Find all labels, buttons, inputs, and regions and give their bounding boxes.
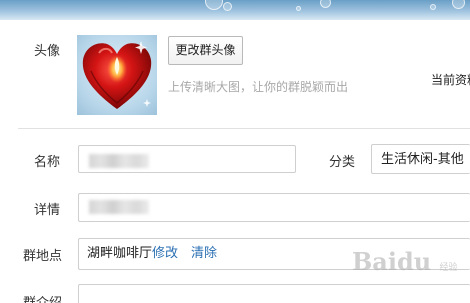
intro-textarea[interactable] bbox=[78, 284, 470, 303]
bubble-decoration bbox=[452, 0, 465, 9]
bubble-decoration bbox=[296, 6, 301, 11]
watermark-suffix: 经验 bbox=[439, 263, 458, 273]
clear-place-link[interactable]: 清除 bbox=[191, 239, 217, 269]
avatar-hint: 上传清晰大图，让你的群脱颖而出 bbox=[168, 80, 349, 94]
top-banner bbox=[0, 0, 470, 20]
intro-label: 群介绍 bbox=[23, 292, 62, 303]
category-label: 分类 bbox=[329, 155, 356, 170]
category-value: 生活休闲-其他 bbox=[381, 152, 464, 167]
bubble-decoration bbox=[223, 2, 232, 11]
baidu-watermark: Baidu 经验 bbox=[352, 247, 458, 276]
blurred-detail-value bbox=[89, 200, 149, 214]
change-avatar-button[interactable]: 更改群头像 bbox=[168, 36, 243, 65]
bubble-decoration bbox=[205, 0, 223, 10]
place-label: 群地点 bbox=[23, 249, 63, 264]
bubble-decoration bbox=[320, 0, 331, 8]
category-select[interactable]: 生活休闲-其他 bbox=[371, 144, 470, 174]
detail-input[interactable] bbox=[78, 193, 470, 222]
watermark-text: Bai bbox=[352, 247, 397, 276]
place-value: 湖畔咖啡厅 bbox=[87, 246, 153, 261]
edit-place-link[interactable]: 修改 bbox=[152, 239, 178, 269]
heart-icon bbox=[82, 41, 152, 109]
bubble-decoration bbox=[430, 4, 436, 10]
name-label: 名称 bbox=[34, 155, 61, 170]
group-avatar[interactable] bbox=[77, 35, 157, 115]
group-name-input[interactable] bbox=[78, 145, 296, 173]
current-info-label: 当前资料 bbox=[431, 73, 470, 87]
watermark-tail: du bbox=[396, 247, 432, 276]
avatar-label: 头像 bbox=[34, 44, 61, 59]
blurred-name-value bbox=[89, 154, 149, 168]
detail-label: 详情 bbox=[34, 203, 61, 218]
section-divider bbox=[18, 128, 470, 129]
